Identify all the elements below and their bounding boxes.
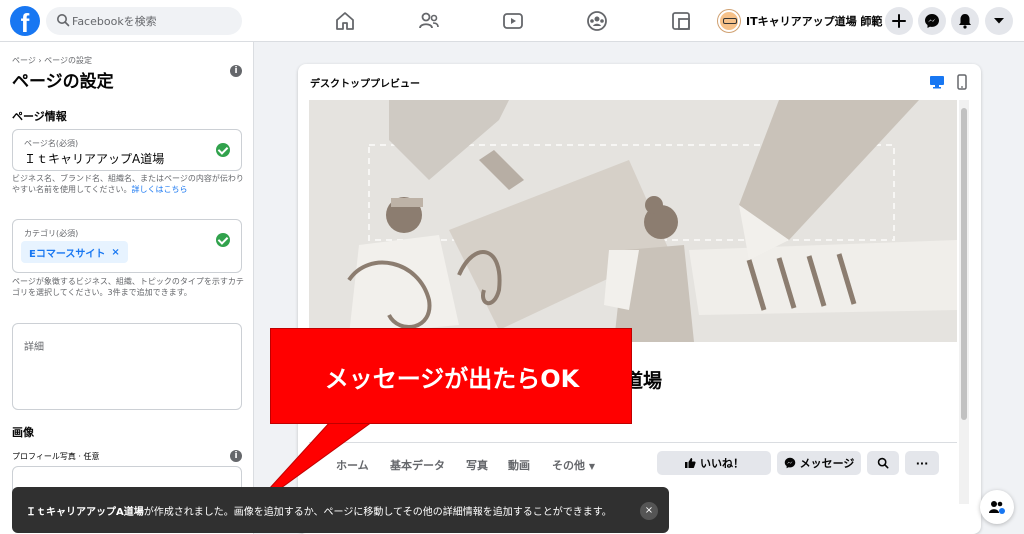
messenger-icon xyxy=(925,14,939,28)
facebook-logo[interactable]: f xyxy=(10,6,40,36)
close-icon[interactable]: × xyxy=(111,247,119,258)
tab-videos[interactable]: 動画 xyxy=(508,457,530,473)
annotation-callout: メッセージが出たらOK xyxy=(270,328,632,424)
plus-icon xyxy=(892,14,906,28)
learn-more-link[interactable]: 詳しくはこちら xyxy=(132,185,188,194)
toast-text: が作成されました。画像を追加するか、ページに移動してその他の詳細情報を追加するこ… xyxy=(143,507,612,518)
preview-scrollbar[interactable] xyxy=(959,100,969,504)
cover-illustration xyxy=(309,100,957,342)
gaming-icon[interactable] xyxy=(669,9,693,33)
top-navigation-bar: f Facebookを検索 ITキャリアアップ道場 師範 xyxy=(0,0,1024,42)
preview-tab-bar: ホーム 基本データ 写真 動画 その他 ▼ いいね！ メッセージ ··· xyxy=(309,442,957,482)
avatar xyxy=(718,10,740,32)
category-chip[interactable]: Eコマースサイト × xyxy=(21,241,128,263)
chevron-down-icon xyxy=(994,18,1004,24)
notifications-icon xyxy=(959,14,971,29)
message-button-label: メッセージ xyxy=(799,457,855,470)
create-button[interactable] xyxy=(885,7,913,35)
desktop-preview-panel: デスクトッププレビュー 道場 ホーム 基本データ 写真 動画 その他 ▼ いいね… xyxy=(298,64,981,534)
page-name-value[interactable]: ＩｔキャリアアップA道場 xyxy=(24,150,164,167)
page-name-help-text: ビジネス名、ブランド名、組織名、またはページの内容が伝わりやすい名前を使用してく… xyxy=(12,174,244,194)
like-button-label: いいね！ xyxy=(700,457,744,470)
info-icon[interactable]: i xyxy=(230,65,242,77)
help-button[interactable] xyxy=(980,490,1014,524)
profile-photo-label: プロフィール写真 · 任意 xyxy=(12,452,100,461)
details-placeholder: 詳細 xyxy=(24,342,44,353)
check-icon xyxy=(216,143,230,157)
search-box[interactable]: Facebookを検索 xyxy=(46,7,242,35)
preview-search-button[interactable] xyxy=(867,451,899,475)
info-icon[interactable]: i xyxy=(230,450,242,462)
page-info-heading: ページ情報 xyxy=(12,110,67,123)
search-icon xyxy=(877,457,889,469)
profile-name: ITキャリアアップ道場 師範 xyxy=(746,15,883,28)
facebook-logo-letter: f xyxy=(20,8,30,36)
mobile-icon[interactable] xyxy=(957,74,967,90)
desktop-icon[interactable] xyxy=(929,75,945,89)
toast-message: ＩｔキャリアアップA道場が作成されました。画像を追加するか、ページに移動してその… xyxy=(26,503,612,518)
details-textarea[interactable]: 詳細 xyxy=(12,323,242,410)
page-name-help: ビジネス名、ブランド名、組織名、またはページの内容が伝わりやすい名前を使用してく… xyxy=(12,173,244,195)
tab-photos[interactable]: 写真 xyxy=(466,457,488,473)
check-icon xyxy=(216,233,230,247)
like-button[interactable]: いいね！ xyxy=(657,451,771,475)
messenger-button[interactable] xyxy=(918,7,946,35)
page-name-field[interactable]: ページ名(必須) ＩｔキャリアアップA道場 xyxy=(12,129,242,171)
preview-title: デスクトッププレビュー xyxy=(310,79,420,90)
account-menu-button[interactable] xyxy=(985,7,1013,35)
callout-text: メッセージが出たらOK xyxy=(324,365,580,393)
friends-icon[interactable] xyxy=(417,9,441,33)
tab-more[interactable]: その他 ▼ xyxy=(552,457,595,473)
more-options-label: ··· xyxy=(915,456,929,470)
search-placeholder: Facebookを検索 xyxy=(72,15,157,28)
more-options-button[interactable]: ··· xyxy=(905,451,939,475)
cover-photo-placeholder xyxy=(309,100,957,342)
notifications-button[interactable] xyxy=(951,7,979,35)
page-name-label: ページ名(必須) xyxy=(24,139,79,148)
success-toast: ＩｔキャリアアップA道場が作成されました。画像を追加するか、ページに移動してその… xyxy=(12,487,669,533)
message-button[interactable]: メッセージ xyxy=(777,451,861,475)
category-field[interactable]: カテゴリ(必須) Eコマースサイト × xyxy=(12,219,242,273)
category-label: カテゴリ(必須) xyxy=(24,229,79,238)
tab-home[interactable]: ホーム xyxy=(336,457,369,473)
messenger-icon xyxy=(784,457,795,469)
chevron-down-icon: ▼ xyxy=(588,462,595,471)
toast-page-name: ＩｔキャリアアップA道場 xyxy=(26,507,144,518)
settings-sidebar: ページ › ページの設定 ページの設定 i ページ情報 ページ名(必須) Ｉｔキ… xyxy=(0,42,254,534)
thumbs-up-icon xyxy=(685,458,696,468)
category-help: ページが象徴するビジネス、組織、トピックのタイプを示すカテゴリを選択してください… xyxy=(12,277,244,297)
scrollbar-thumb[interactable] xyxy=(961,108,967,420)
category-chip-label: Eコマースサイト xyxy=(29,248,106,260)
search-icon xyxy=(57,14,70,27)
groups-icon[interactable] xyxy=(585,9,609,33)
tab-more-label: その他 xyxy=(552,459,585,472)
tab-about[interactable]: 基本データ xyxy=(390,457,445,473)
page-title: ページの設定 xyxy=(12,72,114,92)
image-heading: 画像 xyxy=(12,426,34,439)
profile-shortcut[interactable]: ITキャリアアップ道場 師範 xyxy=(714,7,888,35)
breadcrumb[interactable]: ページ › ページの設定 xyxy=(12,55,92,66)
close-icon[interactable]: × xyxy=(640,502,658,520)
home-icon[interactable] xyxy=(333,9,357,33)
watch-icon[interactable] xyxy=(501,9,525,33)
people-icon xyxy=(989,501,1005,514)
